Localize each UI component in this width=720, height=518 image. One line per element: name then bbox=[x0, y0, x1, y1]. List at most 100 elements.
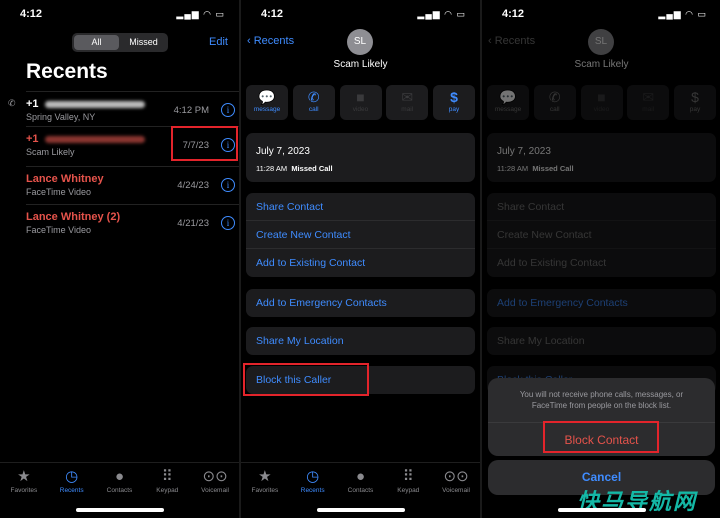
label: Voicemail bbox=[201, 487, 229, 494]
contact-actions-card: Share Contact Create New Contact Add to … bbox=[487, 193, 716, 277]
message-icon: 💬 bbox=[258, 89, 276, 105]
caller-name: +1 bbox=[26, 98, 145, 110]
tab-keypad[interactable]: ⠿ Keypad bbox=[144, 467, 190, 502]
call-button: ✆ call bbox=[533, 85, 576, 120]
back-button[interactable]: ‹ Recents bbox=[247, 35, 294, 47]
tab-voicemail[interactable]: ⊙⊙ Voicemail bbox=[192, 467, 238, 502]
avatar: SL bbox=[347, 29, 373, 55]
label: Contacts bbox=[347, 487, 374, 494]
label: ■ bbox=[597, 89, 606, 105]
edit-button[interactable]: Edit bbox=[209, 36, 228, 48]
label: 11:28 AM bbox=[497, 164, 529, 173]
label: mail bbox=[401, 106, 414, 113]
list-item[interactable]: +1 Spring Valley, NY 4:12 PM i bbox=[26, 91, 239, 126]
tab-voicemail[interactable]: ⊙⊙ Voicemail bbox=[433, 467, 479, 502]
page-title: Recents bbox=[26, 60, 108, 83]
label: pay bbox=[689, 106, 701, 113]
caller-sub: FaceTime Video bbox=[26, 187, 92, 197]
call-time: 4:12 PM bbox=[173, 105, 209, 116]
info-icon[interactable]: i bbox=[221, 216, 235, 230]
star-icon: ★ bbox=[258, 468, 272, 485]
recents-screen: 4:12 ▂▄▆ ◠ ▭ All Missed Edit Recents ✆ +… bbox=[0, 0, 239, 518]
label: Favorites bbox=[10, 487, 38, 494]
star-icon: ★ bbox=[17, 468, 31, 485]
avatar: SL bbox=[588, 29, 614, 55]
home-indicator bbox=[76, 508, 164, 512]
message-button[interactable]: 💬 message bbox=[246, 85, 288, 120]
label: Add to Existing Contact bbox=[497, 257, 607, 269]
location-card: Share My Location bbox=[246, 327, 475, 355]
label: Favorites bbox=[251, 487, 279, 494]
dollar-icon: $ bbox=[450, 89, 458, 105]
highlight-box bbox=[543, 421, 659, 453]
label: Contacts bbox=[106, 487, 133, 494]
label: Recents bbox=[253, 35, 295, 47]
message-button: 💬 message bbox=[487, 85, 529, 120]
video-button: ■ video bbox=[580, 85, 623, 120]
label: +1 bbox=[26, 98, 39, 110]
label: July 7, 2023 bbox=[497, 146, 551, 157]
call-date: July 7, 2023 bbox=[256, 146, 310, 157]
caller-sub: Scam Likely bbox=[26, 147, 75, 157]
call-button[interactable]: ✆ call bbox=[292, 85, 335, 120]
status-time: 4:12 bbox=[20, 8, 43, 20]
tab-recents[interactable]: ◷ Recents bbox=[290, 467, 336, 502]
person-icon: ● bbox=[355, 468, 366, 485]
caller-name: +1 bbox=[26, 133, 145, 145]
clock-icon: ◷ bbox=[306, 468, 320, 485]
call-time: 4/21/23 bbox=[177, 218, 209, 229]
status-icons: ▂▄▆ ◠ ▭ bbox=[176, 9, 225, 19]
tab-favorites[interactable]: ★ Favorites bbox=[1, 467, 47, 502]
filter-segmented-control: All Missed bbox=[72, 33, 168, 52]
label: video bbox=[352, 106, 369, 113]
label: 11:28 AM bbox=[256, 164, 288, 173]
action-buttons: 💬 message ✆ call ■ video ✉ mail $ pay bbox=[246, 85, 475, 120]
label: message bbox=[253, 106, 281, 113]
tab-recents[interactable]: ◷ Recents bbox=[49, 467, 95, 502]
phone-icon: ✆ bbox=[307, 89, 320, 105]
label: Recents bbox=[494, 35, 536, 47]
tab-contacts[interactable]: ● Contacts bbox=[96, 467, 142, 502]
label: call bbox=[549, 106, 560, 113]
mail-icon: ✉ bbox=[401, 89, 414, 105]
emergency-card: Add to Emergency Contacts bbox=[246, 289, 475, 317]
label: Missed Call bbox=[532, 164, 574, 173]
label: message bbox=[494, 106, 522, 113]
emergency-contact-button[interactable]: Add to Emergency Contacts bbox=[246, 289, 475, 317]
info-icon[interactable]: i bbox=[221, 103, 235, 117]
share-location-button[interactable]: Share My Location bbox=[246, 327, 475, 355]
call-info-card: July 7, 2023 11:28 AM Missed Call bbox=[246, 133, 475, 182]
tab-contacts[interactable]: ● Contacts bbox=[337, 467, 383, 502]
voicemail-icon: ⊙⊙ bbox=[443, 468, 469, 485]
segment-missed[interactable]: Missed bbox=[121, 35, 166, 50]
pay-button[interactable]: $ pay bbox=[433, 85, 475, 120]
create-contact-button[interactable]: Create New Contact bbox=[246, 221, 475, 249]
label: Missed Call bbox=[291, 164, 333, 173]
list-item[interactable]: Lance Whitney (2) FaceTime Video 4/21/23… bbox=[26, 204, 239, 242]
label: pay bbox=[448, 106, 460, 113]
info-icon[interactable]: i bbox=[221, 178, 235, 192]
call-detail: 11:28 AM Missed Call bbox=[256, 164, 333, 173]
outgoing-call-icon: ✆ bbox=[8, 98, 16, 108]
caller-name: Lance Whitney (2) bbox=[26, 211, 121, 223]
tab-favorites[interactable]: ★ Favorites bbox=[242, 467, 288, 502]
call-info-card: July 7, 2023 11:28 AM Missed Call bbox=[487, 133, 716, 182]
list-item[interactable]: Lance Whitney FaceTime Video 4/24/23 i bbox=[26, 166, 239, 204]
tab-bar: ★ Favorites ◷ Recents ● Contacts ⠿ Keypad ⊙⊙… bbox=[0, 462, 239, 502]
label: call bbox=[308, 106, 319, 113]
clock-icon: ◷ bbox=[65, 468, 79, 485]
label: Share My Location bbox=[497, 335, 585, 347]
label: $ bbox=[691, 89, 699, 105]
keypad-icon: ⠿ bbox=[161, 468, 173, 485]
label: Keypad bbox=[156, 487, 179, 494]
share-contact-button[interactable]: Share Contact bbox=[246, 193, 475, 221]
contact-name: Scam Likely bbox=[333, 59, 388, 70]
caller-sub: Spring Valley, NY bbox=[26, 112, 96, 122]
add-existing-button[interactable]: Add to Existing Contact bbox=[246, 249, 475, 277]
label: Share Contact bbox=[487, 193, 716, 221]
sheet-message: You will not receive phone calls, messag… bbox=[519, 390, 684, 410]
call-time: 4/24/23 bbox=[177, 180, 209, 191]
segment-all[interactable]: All bbox=[74, 35, 119, 50]
tab-keypad[interactable]: ⠿ Keypad bbox=[385, 467, 431, 502]
status-icons: ▂▄▆ ◠ ▭ bbox=[417, 9, 466, 19]
